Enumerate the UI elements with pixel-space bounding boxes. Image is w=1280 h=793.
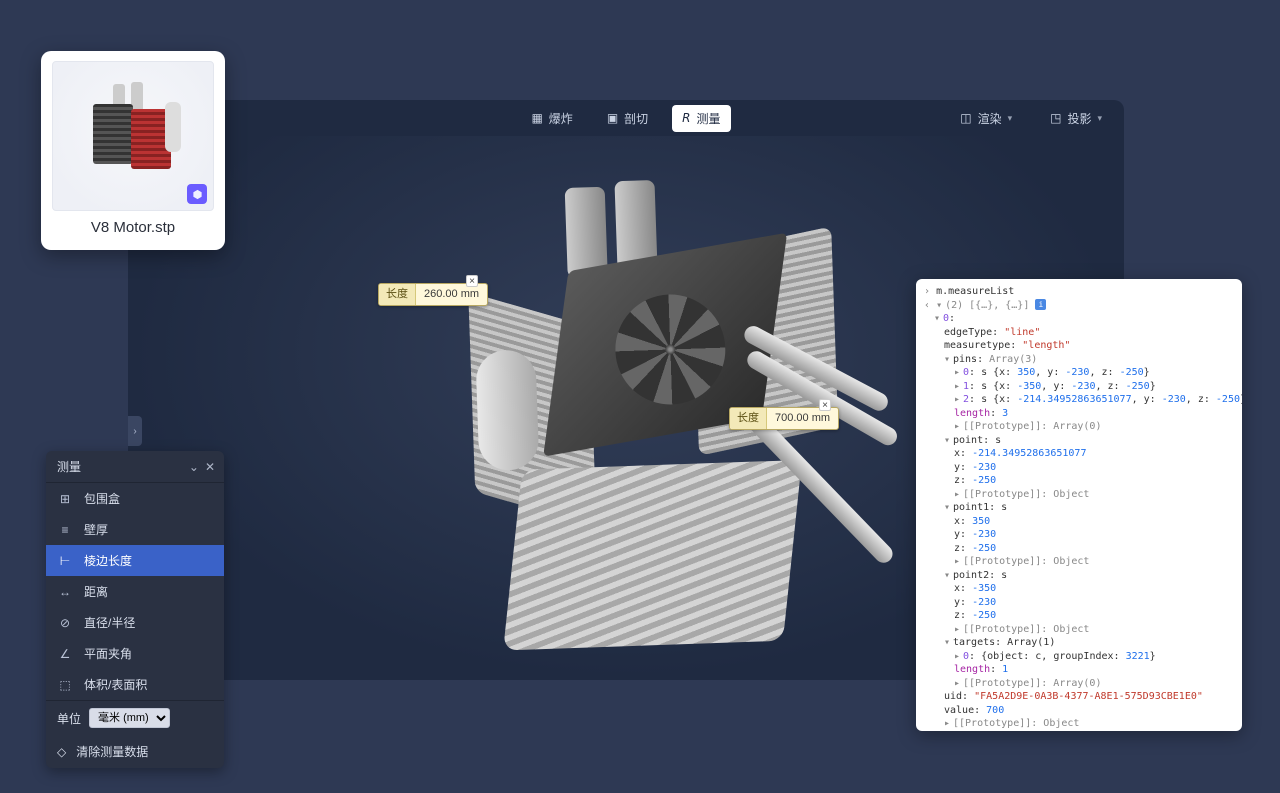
tool-measure[interactable]: 𝘙 测量 [672,105,730,132]
clear-label: 清除测量数据 [76,743,148,760]
section-icon: ▣ [607,111,618,125]
measure-item-volume[interactable]: ⬚ 体积/表面积 [46,669,224,700]
measure-item-thickness[interactable]: ≡ 壁厚 [46,514,224,545]
thickness-icon: ≡ [57,523,73,537]
console-input: m.measureList [936,286,1014,297]
info-icon[interactable]: i [1035,299,1046,310]
tool-measure-label: 测量 [697,110,721,127]
measure-item-distance[interactable]: ↔ 距离 [46,576,224,607]
file-card[interactable]: V8 Motor.stp [41,51,225,250]
projection-icon: ◳ [1050,111,1061,125]
measure-item-angle[interactable]: ∠ 平面夹角 [46,638,224,669]
distance-icon: ↔ [57,585,73,599]
measurement-close-icon[interactable]: × [819,399,831,411]
file-name: V8 Motor.stp [51,219,215,236]
explode-icon: ▦ [531,111,542,125]
tool-section-label: 剖切 [624,110,648,127]
file-type-badge-icon [187,184,207,204]
measurement-close-icon[interactable]: × [466,275,478,287]
tool-explode-label: 爆炸 [549,110,573,127]
measure-panel-title: 测量 [57,458,81,475]
unit-row: 单位 毫米 (mm) [46,700,224,735]
angle-icon: ∠ [57,647,73,661]
unit-label: 单位 [57,710,81,727]
bbox-icon: ⊞ [57,492,73,506]
file-thumbnail [52,61,214,211]
measurement-value: 260.00 mm [416,284,487,305]
measure-item-diameter[interactable]: ⊘ 直径/半径 [46,607,224,638]
measurement-label: 长度 [730,408,767,429]
dropdown-projection[interactable]: ◳ 投影 [1040,105,1112,132]
measure-item-label: 距离 [84,583,108,600]
render-icon: ◫ [960,111,971,125]
viewer-toolbar: ▦ 爆炸 ▣ 剖切 𝘙 测量 ◫ 渲染 ◳ 投影 [128,100,1124,136]
dropdown-render-label: 渲染 [978,110,1002,127]
eraser-icon: ◇ [57,745,66,759]
clear-measurements[interactable]: ◇ 清除测量数据 [46,735,224,768]
diameter-icon: ⊘ [57,616,73,630]
measure-item-edge[interactable]: ⊢ 棱边长度 [46,545,224,576]
measure-item-label: 体积/表面积 [84,676,147,693]
edge-icon: ⊢ [57,554,73,568]
measure-item-label: 直径/半径 [84,614,135,631]
measure-item-label: 壁厚 [84,521,108,538]
collapse-icon[interactable]: ⌄ [189,460,199,474]
volume-icon: ⬚ [57,678,73,692]
measure-item-bbox[interactable]: ⊞ 包围盒 [46,483,224,514]
console-array-header: (2) [{…}, {…}] [945,300,1029,311]
measure-panel: 测量 ⌄ ✕ ⊞ 包围盒 ≡ 壁厚 ⊢ 棱边长度 ↔ 距离 ⊘ 直径/半径 ∠ 平面夹角 ⬚ 体积/表面积… [46,451,224,768]
dropdown-render[interactable]: ◫ 渲染 [950,105,1022,132]
tool-explode[interactable]: ▦ 爆炸 [521,105,582,132]
tool-section[interactable]: ▣ 剖切 [597,105,658,132]
devtools-console[interactable]: › m.measureList ‹ ▾(2) [{…}, {…}] i ▾0:e… [916,279,1242,731]
measurement-label: 长度 [379,284,416,305]
measure-item-label: 棱边长度 [84,552,132,569]
measure-icon: 𝘙 [682,111,690,125]
measure-item-label: 包围盒 [84,490,120,507]
unit-select[interactable]: 毫米 (mm) [89,708,170,728]
measure-item-label: 平面夹角 [84,645,132,662]
expand-tree-handle[interactable]: › [128,416,142,446]
close-icon[interactable]: ✕ [205,460,215,474]
dropdown-projection-label: 投影 [1067,110,1091,127]
measurement-value: 700.00 mm [767,408,838,429]
